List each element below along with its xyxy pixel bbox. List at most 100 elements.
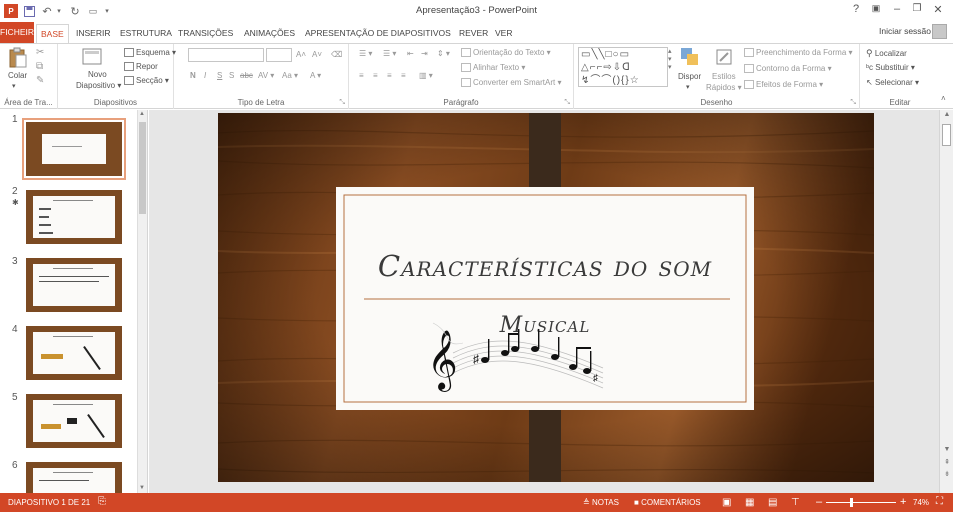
arrange-icon[interactable] xyxy=(680,47,702,67)
align-center-icon[interactable]: ≡ xyxy=(373,71,378,80)
quick-styles-label[interactable]: Estilos xyxy=(712,72,736,81)
tab-transitions[interactable]: TRANSIÇÕES xyxy=(178,26,233,41)
decrease-indent-icon[interactable]: ⇤ xyxy=(407,49,414,58)
reading-view-icon[interactable]: ▤ xyxy=(768,497,777,508)
font-dialog-launcher-icon[interactable]: ⤡ xyxy=(339,99,345,107)
minimize-button[interactable]: – xyxy=(889,3,905,15)
tab-view[interactable]: VER xyxy=(495,26,512,41)
copy-icon[interactable]: ⧉ xyxy=(36,61,43,72)
smartart-button[interactable]: Converter em SmartArt ▾ xyxy=(461,78,561,88)
help-button[interactable]: ? xyxy=(848,3,864,15)
strikethrough-button[interactable]: abc xyxy=(240,71,253,80)
scrollbar-thumb[interactable] xyxy=(942,124,951,146)
italic-button[interactable]: I xyxy=(204,71,206,80)
numbering-icon[interactable]: ☰ ▾ xyxy=(383,49,396,58)
tab-design[interactable]: ESTRUTURA xyxy=(120,26,172,41)
drawing-dialog-launcher-icon[interactable]: ⤡ xyxy=(850,99,856,107)
justify-icon[interactable]: ≡ xyxy=(401,71,406,80)
font-name-input[interactable] xyxy=(188,48,264,62)
font-grow-button[interactable]: A˄ xyxy=(296,50,306,59)
zoom-out-button[interactable]: – xyxy=(816,496,822,508)
quick-styles-icon[interactable] xyxy=(714,47,736,67)
slide-sorter-icon[interactable]: ▦ xyxy=(745,497,754,508)
new-slide-icon[interactable] xyxy=(82,47,104,67)
tab-insert[interactable]: INSERIR xyxy=(76,26,110,41)
close-button[interactable]: ✕ xyxy=(930,3,946,16)
align-left-icon[interactable]: ≡ xyxy=(359,71,364,80)
cut-icon[interactable]: ✂ xyxy=(36,47,44,58)
bold-button[interactable]: N xyxy=(190,71,196,80)
zoom-level[interactable]: 74% xyxy=(913,498,929,507)
section-button[interactable]: Secção ▾ xyxy=(124,76,169,86)
zoom-slider-thumb[interactable] xyxy=(850,498,853,507)
clear-format-icon[interactable]: ⌫ xyxy=(331,50,342,59)
next-slide-icon[interactable]: ⇟ xyxy=(942,470,952,478)
shape-outline-button[interactable]: Contorno da Forma ▾ xyxy=(744,64,832,74)
slide-scrollbar[interactable]: ▲ ▼ ⇞ ⇟ xyxy=(939,110,953,493)
slide-thumbnail-2[interactable] xyxy=(26,190,122,244)
scroll-up-icon[interactable]: ▲ xyxy=(942,111,952,118)
paste-dropdown-icon[interactable]: ▾ xyxy=(12,82,16,90)
ribbon-display-options-icon[interactable]: ▣ xyxy=(868,3,884,14)
signin-link[interactable]: Iniciar sessão xyxy=(879,26,931,36)
underline-button[interactable]: S xyxy=(217,71,222,80)
text-direction-button[interactable]: Orientação do Texto ▾ xyxy=(461,48,551,58)
previous-slide-icon[interactable]: ⇞ xyxy=(942,458,952,466)
font-shrink-button[interactable]: A˅ xyxy=(312,50,322,59)
select-button[interactable]: ↖ Selecionar ▾ xyxy=(866,78,919,87)
shapes-gallery[interactable]: ▭╲╲□○▭ △⌐⌐⇨⇩ᗡ ↯⌒⌒(){}☆ xyxy=(578,47,668,87)
paragraph-dialog-launcher-icon[interactable]: ⤡ xyxy=(564,99,570,107)
replace-button[interactable]: ᵇc Substituir ▾ xyxy=(866,63,915,72)
zoom-slider-track[interactable] xyxy=(826,502,896,503)
scrollbar-thumb[interactable] xyxy=(139,122,146,214)
scroll-down-icon[interactable]: ▼ xyxy=(942,446,952,453)
format-painter-icon[interactable]: ✎ xyxy=(36,75,44,86)
slide-canvas[interactable]: Características do som Musical 𝄞 ♯ ♯ xyxy=(218,113,874,482)
shadow-button[interactable]: S xyxy=(229,71,234,80)
char-spacing-button[interactable]: AV ▾ xyxy=(258,71,274,80)
arrange-button[interactable]: Dispor xyxy=(678,72,701,81)
comments-button[interactable]: ■ COMENTÁRIOS xyxy=(634,498,701,507)
tab-review[interactable]: REVER xyxy=(459,26,488,41)
font-color-button[interactable]: A ▾ xyxy=(310,71,321,80)
tab-animations[interactable]: ANIMAÇÕES xyxy=(244,26,295,41)
slideshow-view-icon[interactable]: ⊤ xyxy=(791,497,800,508)
align-text-button[interactable]: Alinhar Texto ▾ xyxy=(461,63,525,73)
reset-button[interactable]: Repor xyxy=(124,62,158,72)
line-spacing-icon[interactable]: ⇕ ▾ xyxy=(437,49,450,58)
align-right-icon[interactable]: ≡ xyxy=(387,71,392,80)
shape-effects-button[interactable]: Efeitos de Forma ▾ xyxy=(744,80,823,90)
slide-thumbnail-4[interactable] xyxy=(26,326,122,380)
slide-thumbnail-3[interactable] xyxy=(26,258,122,312)
bullets-icon[interactable]: ☰ ▾ xyxy=(359,49,372,58)
scroll-up-icon[interactable]: ▲ xyxy=(139,111,145,117)
fit-to-window-icon[interactable]: ⛶ xyxy=(936,496,943,507)
quick-styles-button[interactable]: Rápidos ▾ xyxy=(706,83,742,92)
collapse-ribbon-icon[interactable]: ˄ xyxy=(941,94,946,103)
notes-button[interactable]: ≜ NOTAS xyxy=(583,498,619,507)
shape-fill-button[interactable]: Preenchimento da Forma ▾ xyxy=(744,48,853,58)
normal-view-icon[interactable]: ▣ xyxy=(722,497,731,508)
thumbnails-scrollbar[interactable]: ▲ ▼ xyxy=(137,110,147,493)
paste-button[interactable]: Colar xyxy=(8,71,27,80)
new-slide-label[interactable]: Novo xyxy=(88,70,107,79)
increase-indent-icon[interactable]: ⇥ xyxy=(421,49,428,58)
find-button[interactable]: ⚲ Localizar xyxy=(866,48,907,59)
slide-title-line1[interactable]: Características do som xyxy=(336,249,754,283)
zoom-in-button[interactable]: + xyxy=(900,496,906,508)
layout-button[interactable]: Esquema ▾ xyxy=(124,48,176,58)
shapes-gallery-more-icon[interactable]: ▴ ▾ ▾ xyxy=(668,47,672,71)
tab-slideshow[interactable]: APRESENTAÇÃO DE DIAPOSITIVOS xyxy=(305,26,451,41)
tab-home[interactable]: BASE xyxy=(36,24,69,43)
avatar[interactable] xyxy=(932,24,947,39)
slide-thumbnail-6[interactable] xyxy=(26,462,122,493)
paste-icon[interactable] xyxy=(8,47,30,68)
font-size-input[interactable] xyxy=(266,48,292,62)
maximize-button[interactable]: ❐ xyxy=(909,3,925,14)
slide-thumbnail-1[interactable] xyxy=(22,118,126,180)
new-slide-button[interactable]: Diapositivo ▾ xyxy=(76,81,121,90)
spellcheck-icon[interactable]: ⎘ xyxy=(98,496,106,507)
columns-icon[interactable]: ▥ ▾ xyxy=(419,71,433,80)
scroll-down-icon[interactable]: ▼ xyxy=(139,485,145,491)
change-case-button[interactable]: Aa ▾ xyxy=(282,71,298,80)
